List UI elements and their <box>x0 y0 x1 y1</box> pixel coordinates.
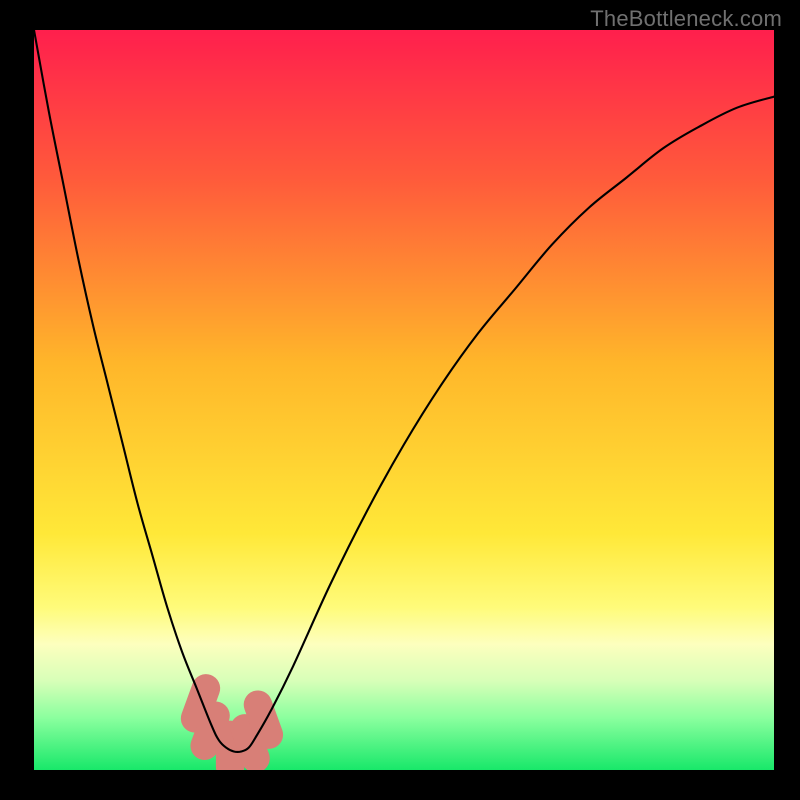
watermark-text: TheBottleneck.com <box>590 6 782 32</box>
gradient-background <box>34 30 774 770</box>
chart-svg <box>34 30 774 770</box>
plot-area <box>34 30 774 770</box>
chart-frame: TheBottleneck.com <box>0 0 800 800</box>
